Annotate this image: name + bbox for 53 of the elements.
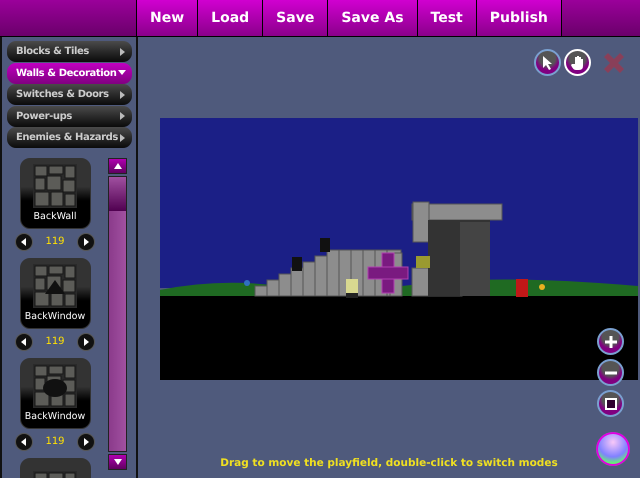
next-button[interactable]	[77, 232, 95, 250]
hand-mode-button[interactable]	[564, 49, 591, 76]
stone-wall-icon	[33, 264, 77, 308]
previous-button[interactable]	[15, 432, 33, 450]
menu-button[interactable]: New	[137, 0, 198, 36]
caret-down-icon	[118, 69, 126, 77]
scroll-up-button[interactable]	[108, 158, 127, 174]
tile-count: 119	[44, 436, 66, 447]
stone-wall-icon	[33, 364, 77, 408]
next-button[interactable]	[77, 432, 95, 450]
color-picker-button[interactable]	[596, 432, 630, 466]
hand-icon	[570, 54, 584, 70]
fit-view-button[interactable]	[597, 390, 624, 417]
scrollbar-thumb[interactable]	[109, 176, 126, 210]
tile-button[interactable]: BackWindow	[20, 258, 90, 328]
cursor-icon	[540, 54, 554, 70]
right-arrow-icon	[82, 338, 90, 346]
caret-right-icon	[118, 134, 126, 142]
previous-button[interactable]	[15, 332, 33, 350]
status-hint: Drag to move the playfield, double-click to switch modes	[220, 457, 558, 469]
game-level-drawing[interactable]	[160, 118, 638, 380]
menu-button[interactable]: Load	[198, 0, 264, 36]
square-icon	[604, 398, 616, 410]
tile-count: 119	[44, 236, 66, 247]
right-arrow-icon	[82, 238, 90, 246]
left-arrow-icon	[20, 438, 28, 446]
menu-button[interactable]: Save	[263, 0, 328, 36]
tile-button[interactable]: BackWindow	[20, 358, 90, 428]
down-arrow-icon	[114, 459, 122, 465]
left-arrow-icon	[20, 338, 28, 346]
category-button[interactable]: Power-ups	[7, 106, 132, 126]
caret-right-icon	[118, 90, 126, 98]
tile-button[interactable]: BackWall	[20, 158, 90, 228]
category-button[interactable]: Enemies & Hazards	[7, 127, 132, 148]
category-button[interactable]: Blocks & Tiles	[7, 41, 132, 62]
tile-count: 119	[44, 336, 66, 347]
up-arrow-icon	[114, 162, 122, 168]
pointer-mode-button[interactable]	[534, 49, 561, 76]
menu-button[interactable]: Test	[418, 0, 477, 36]
caret-right-icon	[118, 48, 126, 56]
stone-wall-icon	[33, 164, 77, 208]
scrollbar-track[interactable]	[108, 176, 127, 452]
menu-button[interactable]: Save As	[328, 0, 418, 36]
category-button[interactable]: Walls & Decoration	[7, 62, 132, 84]
scroll-down-button[interactable]	[108, 454, 127, 470]
next-button[interactable]	[77, 332, 95, 350]
plus-icon	[604, 336, 616, 348]
previous-button[interactable]	[15, 232, 33, 250]
category-button[interactable]: Switches & Doors	[7, 84, 132, 105]
left-arrow-icon	[20, 238, 28, 246]
caret-right-icon	[118, 112, 126, 120]
right-arrow-icon	[82, 438, 90, 446]
menu-button[interactable]: Publish	[476, 0, 562, 36]
